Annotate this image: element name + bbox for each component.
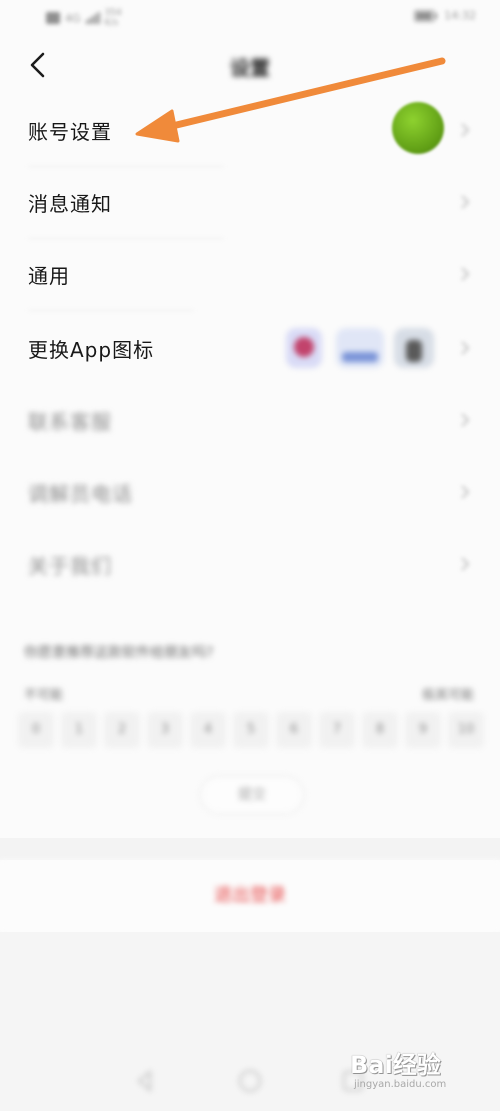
avatar[interactable]	[392, 102, 444, 154]
app-icon-figure	[406, 340, 422, 362]
status-left: 4G 354 K/s	[46, 8, 122, 28]
divider	[28, 310, 194, 311]
chevron-right-icon	[461, 123, 470, 137]
section-gap	[0, 838, 500, 860]
settings-row-account-label: 账号设置	[28, 120, 112, 144]
survey-question: 你愿意推荐这款软件给朋友吗?	[24, 645, 214, 661]
app-icon-heart	[294, 337, 314, 357]
app-icon-bar	[342, 352, 378, 362]
signal-icon	[85, 12, 100, 24]
survey-scale-option[interactable]: 3	[147, 712, 183, 748]
chevron-right-icon	[461, 413, 470, 427]
page-title: 设置	[230, 56, 270, 80]
survey-submit-button[interactable]: 提交	[200, 776, 304, 814]
survey-low-label: 不可能	[24, 688, 64, 703]
chevron-right-icon	[461, 485, 470, 499]
settings-row-dispatcher[interactable]: 调解员电话	[0, 456, 500, 528]
watermark-url: jingyan.baidu.com	[354, 1079, 447, 1090]
settings-row-dispatcher-label: 调解员电话	[28, 482, 133, 506]
survey-high-label: 极其可能	[421, 688, 474, 703]
app-icon-option[interactable]	[286, 328, 322, 368]
survey-scale-option[interactable]: 2	[104, 712, 140, 748]
battery-icon	[414, 9, 438, 22]
chevron-right-icon	[461, 267, 470, 281]
chevron-right-icon	[461, 195, 470, 209]
survey-scale-option[interactable]: 6	[276, 712, 312, 748]
hd-icon	[46, 12, 60, 24]
settings-row-contact-support-label: 联系客服	[28, 410, 112, 434]
net-speed-value: 354	[104, 8, 122, 18]
settings-row-contact-support[interactable]: 联系客服	[0, 384, 500, 456]
survey-scale-option[interactable]: 8	[362, 712, 398, 748]
survey-scale: 0 1 2 3 4 5 6 7 8 9 10	[18, 712, 484, 748]
settings-row-notifications[interactable]: 消息通知	[0, 166, 500, 238]
survey-scale-option[interactable]: 4	[190, 712, 226, 748]
logout-button[interactable]: 退出登录	[0, 860, 500, 932]
survey-scale-option[interactable]: 10	[448, 712, 484, 748]
watermark: Bai经验 jingyan.baidu.com	[346, 1045, 486, 1101]
app-icon-option[interactable]	[394, 328, 434, 368]
net-speed-unit: K/s	[104, 18, 119, 28]
settings-row-change-app-icon-label: 更换App图标	[28, 338, 155, 362]
status-right: 14:32	[414, 9, 476, 22]
watermark-logo: Bai经验	[350, 1051, 441, 1079]
survey-scale-option[interactable]: 7	[319, 712, 355, 748]
app-icon-option[interactable]	[336, 328, 384, 368]
network-tag: 4G	[65, 11, 81, 25]
settings-row-general-label: 通用	[28, 264, 70, 288]
survey-scale-option[interactable]: 5	[233, 712, 269, 748]
header: 设置	[0, 34, 500, 94]
survey-scale-option[interactable]: 1	[61, 712, 97, 748]
chevron-right-icon	[461, 557, 470, 571]
chevron-right-icon	[461, 341, 470, 355]
settings-row-general[interactable]: 通用	[0, 238, 500, 310]
settings-row-about-label: 关于我们	[28, 554, 112, 578]
settings-row-notifications-label: 消息通知	[28, 192, 112, 216]
nav-home-icon[interactable]	[237, 1068, 263, 1094]
survey-scale-option[interactable]: 9	[405, 712, 441, 748]
settings-row-about[interactable]: 关于我们	[0, 528, 500, 600]
status-bar: 4G 354 K/s 14:32	[0, 0, 500, 34]
net-speed: 354 K/s	[105, 8, 122, 28]
survey-scale-option[interactable]: 0	[18, 712, 54, 748]
nav-back-icon[interactable]	[132, 1068, 158, 1094]
clock: 14:32	[444, 9, 476, 22]
